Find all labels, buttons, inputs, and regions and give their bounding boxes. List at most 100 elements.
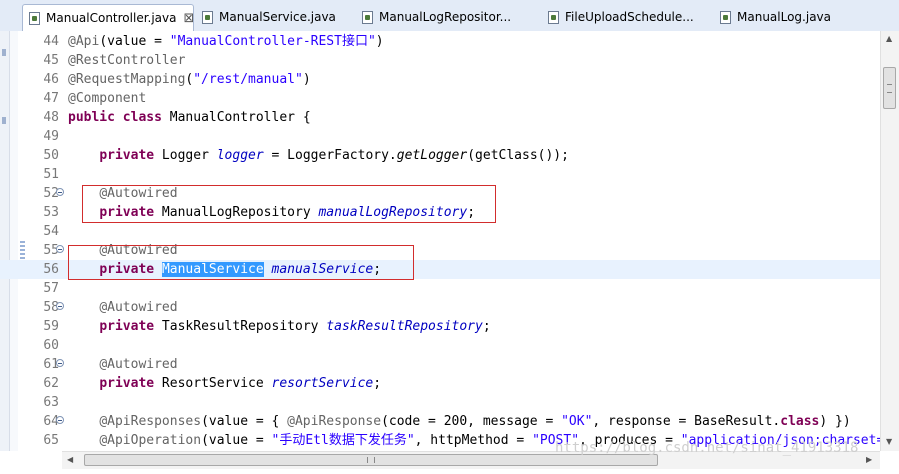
line-number: 54	[43, 224, 59, 239]
code-token: (getClass());	[467, 148, 569, 163]
code-token: = LoggerFactory.	[263, 148, 397, 163]
code-token: ;	[482, 319, 491, 334]
scroll-right-arrow-icon[interactable]: ▶	[866, 455, 872, 464]
code-token: (code = 200, message =	[381, 414, 562, 429]
code-line[interactable]: 61 @Autowired	[0, 355, 880, 374]
code-token: (value = {	[201, 414, 288, 429]
code-text: private Logger logger = LoggerFactory.ge…	[68, 146, 569, 165]
code-token: resortService	[271, 376, 374, 391]
scroll-left-arrow-icon[interactable]: ◀	[67, 455, 73, 464]
tab-manual-log[interactable]: ManualLog.java	[714, 4, 844, 30]
fold-toggle-icon[interactable]	[56, 188, 64, 196]
code-token: "ManualController-REST接口"	[169, 34, 376, 49]
line-number: 53	[43, 205, 59, 220]
tab-manual-controller[interactable]: ManualController.java ⊠	[22, 4, 194, 32]
code-token: )	[375, 34, 384, 49]
line-number: 65	[43, 433, 59, 448]
code-line[interactable]: 46 @RequestMapping("/rest/manual")	[0, 70, 880, 89]
line-number: 62	[43, 376, 59, 391]
code-line[interactable]: 59 private TaskResultRepository taskResu…	[0, 317, 880, 336]
code-text: private TaskResultRepository taskResultR…	[68, 317, 491, 336]
tab-label: ManualLogRepositor...	[379, 10, 512, 24]
line-number: 57	[43, 281, 59, 296]
line-number: 45	[43, 53, 59, 68]
code-token: (value =	[201, 433, 272, 448]
java-file-icon	[720, 10, 731, 24]
code-token: ManualController {	[161, 110, 311, 125]
line-number: 51	[43, 167, 59, 182]
watermark: https://blog.csdn.net/sinat_41913318	[555, 440, 859, 456]
fold-toggle-icon[interactable]	[56, 302, 64, 310]
code-token: class	[780, 414, 820, 429]
java-file-icon	[29, 11, 40, 25]
code-token: ResortService	[154, 376, 272, 391]
tab-manual-log-repository[interactable]: ManualLogRepositor...	[356, 4, 532, 30]
code-line[interactable]: 57	[0, 279, 880, 298]
code-token: @Component	[68, 91, 147, 106]
vertical-scroll-thumb[interactable]	[883, 67, 896, 109]
tab-manual-service[interactable]: ManualService.java	[196, 4, 346, 30]
code-line[interactable]: 64 @ApiResponses(value = { @ApiResponse(…	[0, 412, 880, 431]
fold-toggle-icon[interactable]	[56, 416, 64, 424]
fold-toggle-icon[interactable]	[56, 245, 64, 253]
code-token: (value =	[99, 34, 170, 49]
code-token: @ApiResponse	[287, 414, 382, 429]
code-line[interactable]: 58 @Autowired	[0, 298, 880, 317]
scroll-up-arrow-icon[interactable]: ▲	[886, 34, 892, 43]
code-line[interactable]: 48 public class ManualController {	[0, 108, 880, 127]
vertical-scrollbar[interactable]: ▲ ▼	[880, 31, 899, 451]
line-number: 64	[43, 414, 59, 429]
scroll-down-arrow-icon[interactable]: ▼	[886, 437, 892, 446]
java-file-icon	[362, 10, 373, 24]
code-token: @RequestMapping	[68, 72, 186, 87]
code-text: @Autowired	[68, 298, 177, 317]
code-token: private	[99, 148, 155, 163]
code-token: private	[99, 376, 155, 391]
line-number: 63	[43, 395, 59, 410]
code-token: public	[68, 110, 115, 125]
code-token: ) })	[819, 414, 851, 429]
code-line[interactable]: 60	[0, 336, 880, 355]
code-line[interactable]: 62 private ResortService resortService;	[0, 374, 880, 393]
code-area[interactable]: 44 @Api(value = "ManualController-REST接口"…	[0, 31, 880, 451]
code-editor[interactable]: 44 @Api(value = "ManualController-REST接口"…	[0, 31, 899, 474]
fold-toggle-icon[interactable]	[56, 359, 64, 367]
code-line[interactable]: 47 @Component	[0, 89, 880, 108]
highlight-box-manual-log-repository	[82, 185, 496, 223]
code-line[interactable]: 45 @RestController	[0, 51, 880, 70]
code-token: logger	[216, 148, 264, 163]
line-number: 56	[43, 262, 59, 277]
code-text: @ApiResponses(value = { @ApiResponse(cod…	[68, 412, 851, 431]
code-token: , response = BaseResult.	[592, 414, 781, 429]
code-line[interactable]: 54	[0, 222, 880, 241]
code-line[interactable]: 63	[0, 393, 880, 412]
code-token: @Autowired	[99, 357, 178, 372]
tab-label: ManualService.java	[219, 10, 336, 24]
code-line[interactable]: 44 @Api(value = "ManualController-REST接口"…	[0, 32, 880, 51]
line-number: 46	[43, 72, 59, 87]
line-number: 47	[43, 91, 59, 106]
line-number: 49	[43, 129, 59, 144]
code-text: public class ManualController {	[68, 108, 311, 127]
code-line[interactable]: 50 private Logger logger = LoggerFactory…	[0, 146, 880, 165]
code-token: getLogger	[396, 148, 468, 163]
line-number: 59	[43, 319, 59, 334]
line-number: 48	[43, 110, 59, 125]
code-token: "手动Etl数据下发任务"	[271, 433, 415, 448]
highlight-box-manual-service	[68, 245, 414, 280]
tab-label: ManualController.java	[46, 11, 177, 25]
code-token: @Api	[68, 34, 100, 49]
code-token: "/rest/manual"	[193, 72, 303, 87]
code-line[interactable]: 49	[0, 127, 880, 146]
tab-file-upload-schedule[interactable]: FileUploadSchedule...	[542, 4, 710, 30]
code-token: @RestController	[68, 53, 186, 68]
close-tab-icon[interactable]: ⊠	[184, 11, 194, 26]
code-token: private	[99, 319, 155, 334]
editor-tab-bar: ManualController.java ⊠ ManualService.ja…	[0, 0, 899, 32]
code-line[interactable]: 51	[0, 165, 880, 184]
